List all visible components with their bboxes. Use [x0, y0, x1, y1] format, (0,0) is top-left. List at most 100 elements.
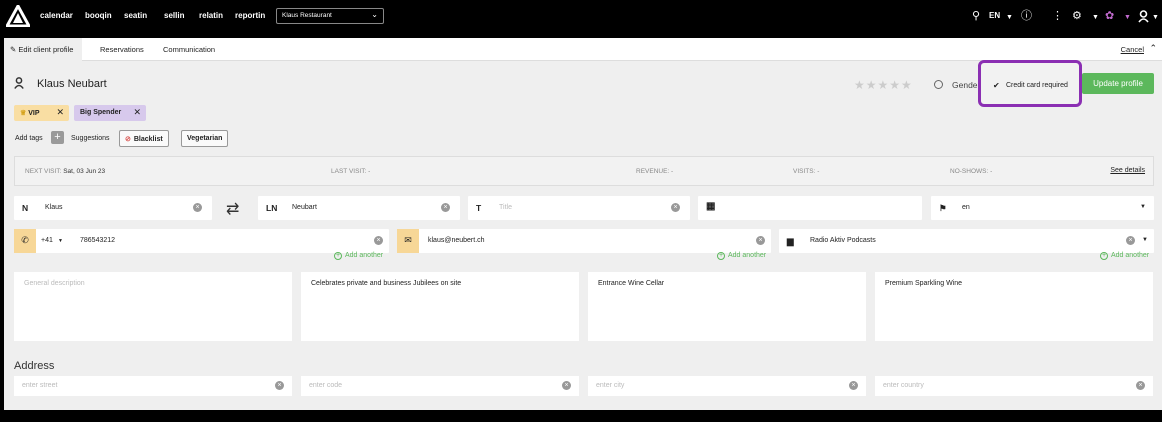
- clear-icon[interactable]: ×: [193, 203, 202, 212]
- add-tags-label: Add tags: [15, 135, 43, 142]
- client-name: Klaus Neubart: [37, 78, 107, 90]
- tag-label: Big Spender: [80, 109, 122, 116]
- first-name-value: Klaus: [45, 204, 63, 211]
- nav-booqin[interactable]: booqin: [85, 11, 112, 20]
- note-field[interactable]: Premium Sparkling Wine: [875, 272, 1153, 341]
- chevron-up-icon[interactable]: ⌃: [1149, 43, 1157, 54]
- suggestion-vegetarian[interactable]: Vegetarian: [181, 130, 229, 147]
- remove-tag-icon[interactable]: ✕: [56, 107, 64, 118]
- nav-relatin[interactable]: relatin: [199, 11, 223, 20]
- clear-icon[interactable]: ×: [275, 381, 284, 390]
- last-name-field[interactable]: LN Neubart ×: [258, 196, 460, 220]
- tab-label: Edit client profile: [18, 45, 74, 54]
- email-value: klaus@neubert.ch: [428, 237, 485, 244]
- street-placeholder: enter street: [22, 382, 58, 389]
- mail-icon: ✉: [397, 229, 419, 253]
- briefcase-icon: ▆: [787, 236, 794, 246]
- checkmark-icon: ✔: [993, 81, 1000, 90]
- last-name-prefix: LN: [266, 203, 278, 213]
- update-profile-button[interactable]: Update profile: [1082, 73, 1154, 94]
- tab-reservations[interactable]: Reservations: [100, 45, 144, 54]
- ban-icon: ⊘: [125, 136, 131, 143]
- nav-sellin[interactable]: sellin: [164, 11, 184, 20]
- language-select[interactable]: EN: [989, 11, 1000, 20]
- general-description-note[interactable]: General description: [14, 272, 292, 341]
- company-field[interactable]: ▆ Radio Aktiv Podcasts × ▼: [779, 229, 1154, 253]
- user-icon[interactable]: [1138, 10, 1149, 23]
- add-tag-button[interactable]: +: [51, 131, 64, 144]
- cancel-link[interactable]: Cancel: [1121, 45, 1144, 54]
- clear-icon[interactable]: ×: [1126, 236, 1135, 245]
- search-icon[interactable]: ⚲: [972, 9, 980, 23]
- chevron-down-icon: ▼: [1142, 237, 1148, 243]
- title-field[interactable]: T Title ×: [468, 196, 690, 220]
- chevron-down-icon: ⌄: [371, 10, 378, 19]
- flower-icon[interactable]: ✿: [1105, 9, 1114, 23]
- title-placeholder: Title: [499, 204, 512, 211]
- next-visit-label: NEXT VISIT:: [25, 168, 62, 175]
- email-field[interactable]: ✉ klaus@neubert.ch ×: [397, 229, 771, 253]
- more-vertical-icon[interactable]: ⋮: [1052, 9, 1063, 23]
- language-field[interactable]: ⚑ en ▼: [931, 196, 1154, 220]
- phone-field[interactable]: ✆ +41 ▼ 786543212 ×: [14, 229, 389, 253]
- add-another-phone[interactable]: + Add another: [334, 252, 383, 260]
- credit-card-label: Credit card required: [1006, 82, 1068, 89]
- company-value: Radio Aktiv Podcasts: [810, 237, 876, 244]
- street-input[interactable]: enter street ×: [14, 376, 292, 396]
- credit-card-required-toggle[interactable]: ✔ Credit card required: [978, 60, 1082, 107]
- nav-reportin[interactable]: reportin: [235, 11, 265, 20]
- nav-calendar[interactable]: calendar: [40, 11, 73, 20]
- suggestion-label: Blacklist: [133, 136, 163, 143]
- chevron-down-icon: ▼: [1140, 204, 1146, 210]
- next-visit-value: Sat, 03 Jun 23: [63, 168, 106, 175]
- add-another-label: Add another: [1111, 252, 1150, 259]
- clear-icon[interactable]: ×: [849, 381, 858, 390]
- tag-label: VIP: [28, 110, 40, 117]
- chevron-down-icon: ▼: [1152, 14, 1159, 21]
- settings-icon[interactable]: ⚙: [1072, 9, 1082, 23]
- note-field[interactable]: Celebrates private and business Jubilees…: [301, 272, 579, 341]
- swap-icon[interactable]: ⇄: [226, 199, 239, 219]
- birthday-field[interactable]: ▦: [698, 196, 922, 220]
- chevron-down-icon: ▼: [1006, 14, 1013, 21]
- suggestion-blacklist[interactable]: ⊘ Blacklist: [119, 130, 169, 147]
- phone-code[interactable]: +41: [41, 237, 53, 244]
- gender-label: Gende: [952, 80, 978, 90]
- note-field[interactable]: Entrance Wine Cellar: [588, 272, 866, 341]
- info-icon[interactable]: ⓘ: [1021, 9, 1032, 23]
- restaurant-select-value: Klaus Restaurant: [282, 12, 332, 19]
- city-placeholder: enter city: [596, 382, 625, 389]
- restaurant-select[interactable]: Klaus Restaurant ⌄: [276, 8, 384, 24]
- address-heading: Address: [14, 360, 55, 372]
- note-text: Premium Sparkling Wine: [885, 280, 963, 287]
- app-logo[interactable]: [6, 5, 30, 27]
- add-another-email[interactable]: + Add another: [717, 252, 766, 260]
- top-navigation-bar: calendar booqin seatin sellin relatin re…: [0, 0, 1162, 34]
- crown-icon: ♕: [20, 110, 29, 117]
- chevron-down-icon: ▼: [1124, 14, 1131, 21]
- clear-icon[interactable]: ×: [374, 236, 383, 245]
- first-name-field[interactable]: N Klaus ×: [14, 196, 212, 220]
- country-input[interactable]: enter country ×: [875, 376, 1153, 396]
- gender-radio[interactable]: [934, 80, 943, 89]
- client-profile-panel: ✎ Edit client profile Reservations Commu…: [4, 38, 1162, 410]
- suggestion-label: Vegetarian: [187, 135, 223, 142]
- postal-code-input[interactable]: enter code ×: [301, 376, 579, 396]
- clear-icon[interactable]: ×: [562, 381, 571, 390]
- clear-icon[interactable]: ×: [671, 203, 680, 212]
- nav-seatin[interactable]: seatin: [124, 11, 147, 20]
- clear-icon[interactable]: ×: [1136, 381, 1145, 390]
- tag-vip: ♕ VIP ✕: [14, 105, 69, 121]
- chevron-down-icon: ▼: [58, 238, 63, 244]
- see-details-link[interactable]: See details: [1110, 167, 1145, 174]
- clear-icon[interactable]: ×: [756, 236, 765, 245]
- rating-stars[interactable]: ★★★★★: [854, 78, 913, 92]
- clear-icon[interactable]: ×: [441, 203, 450, 212]
- remove-tag-icon[interactable]: ✕: [133, 107, 141, 118]
- last-name-value: Neubart: [292, 204, 317, 211]
- tab-edit-client-profile[interactable]: ✎ Edit client profile: [4, 38, 83, 61]
- general-description-placeholder: General description: [24, 280, 85, 287]
- add-another-company[interactable]: + Add another: [1100, 252, 1149, 260]
- tab-communication[interactable]: Communication: [163, 45, 215, 54]
- city-input[interactable]: enter city ×: [588, 376, 866, 396]
